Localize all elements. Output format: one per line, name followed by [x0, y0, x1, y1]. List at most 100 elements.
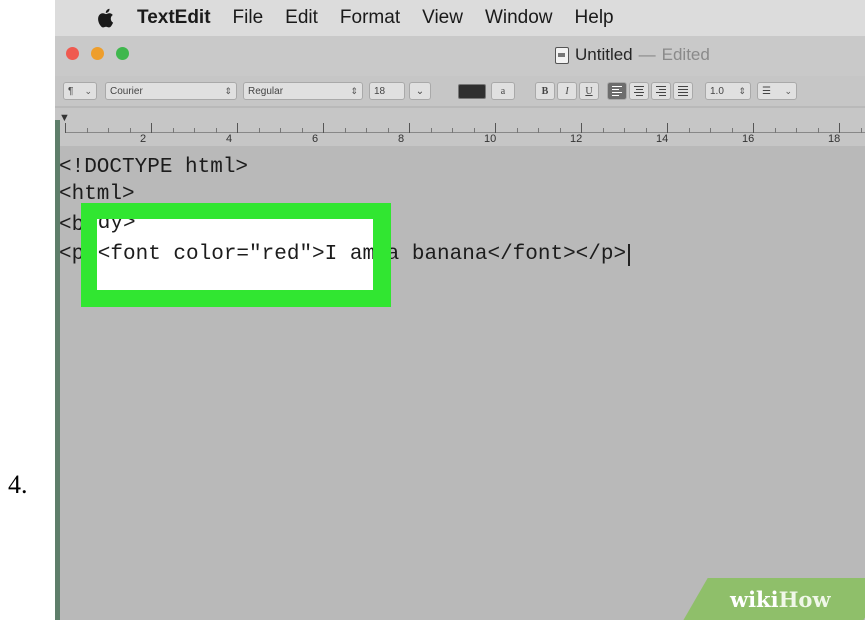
window-title-text: Untitled: [575, 45, 633, 64]
font-size-value: 18: [374, 85, 386, 97]
list-style-popup[interactable]: ☰ ⌄: [757, 82, 797, 100]
apple-icon[interactable]: [97, 8, 115, 28]
ruler-tick: [65, 123, 66, 133]
minimize-window-button[interactable]: [91, 47, 104, 60]
ruler-tick: [430, 128, 432, 133]
underline-letter: U: [585, 85, 593, 97]
menu-format[interactable]: Format: [340, 7, 400, 29]
textedit-screenshot: TextEdit File Edit Format View Window He…: [55, 0, 865, 620]
ruler-label: 8: [398, 133, 405, 145]
font-style-popup[interactable]: Regular ⇕: [243, 82, 363, 100]
paragraph-icon: ¶: [68, 85, 74, 97]
window-title-status: Edited: [661, 45, 710, 64]
ruler-tick: [688, 128, 690, 133]
ruler-label: 4: [226, 133, 233, 145]
paragraph-style-popup[interactable]: ¶ ⌄: [63, 82, 97, 100]
window-left-edge: [55, 120, 60, 620]
highlighted-code-text: <body>: [97, 219, 136, 235]
font-size-field[interactable]: 18: [369, 82, 405, 100]
watermark-suffix: How: [778, 587, 831, 612]
window-titlebar: [55, 36, 865, 76]
ruler-tick: [108, 128, 109, 133]
ruler-tick: [387, 128, 389, 133]
ruler-tick: [473, 128, 475, 133]
ruler-tick: [194, 128, 195, 133]
ruler-label: 16: [742, 133, 755, 145]
line-spacing-value: 1.0: [710, 85, 724, 97]
document-line[interactable]: <!DOCTYPE html>: [59, 156, 248, 179]
ruler-label: 6: [312, 133, 319, 145]
ruler-label: 12: [570, 133, 583, 145]
step-number: 4.: [8, 470, 28, 499]
ruler-tick: [817, 128, 819, 133]
stepper-arrows-icon: ⇕: [350, 85, 358, 96]
ruler-label: 10: [484, 133, 497, 145]
stepper-arrows-icon: ⇕: [224, 85, 232, 96]
font-size-popup[interactable]: ⌄: [409, 82, 431, 100]
annotation-highlight-inner: <body> <p><font color="red">I am a banan…: [97, 219, 373, 290]
ruler-tick: [731, 128, 733, 133]
menu-help[interactable]: Help: [575, 7, 614, 29]
ruler-tick: [366, 128, 367, 133]
ruler-tick: [624, 128, 625, 133]
ruler-label: 14: [656, 133, 669, 145]
justify-icon: [678, 86, 688, 96]
ruler-tick: [860, 128, 862, 133]
font-family-value: Courier: [110, 85, 143, 97]
ruler-tick: [710, 128, 711, 133]
list-icon: ☰: [762, 85, 771, 97]
ruler-tick: [495, 123, 496, 133]
ruler-tick: [301, 128, 303, 133]
menu-app-name[interactable]: TextEdit: [137, 7, 211, 29]
ruler-tick: [753, 123, 754, 133]
ruler-tick: [323, 123, 324, 133]
bold-button[interactable]: B: [535, 82, 555, 100]
watermark-logo: wikiHow: [730, 587, 831, 612]
text-cursor: [628, 243, 631, 266]
ruler-tick: [452, 128, 453, 133]
document-icon: [555, 46, 569, 64]
watermark-prefix: wiki: [730, 587, 779, 612]
text-color-swatch[interactable]: [458, 84, 486, 99]
ruler-tick: [280, 128, 281, 133]
menu-bar: TextEdit File Edit Format View Window He…: [55, 0, 865, 37]
ruler-tick: [602, 128, 604, 133]
ruler-tick: [151, 123, 152, 133]
ruler-tick: [839, 123, 840, 133]
italic-button[interactable]: I: [557, 82, 577, 100]
chevron-down-icon: ⌄: [84, 85, 92, 96]
ruler-tick: [172, 128, 174, 133]
stepper-arrows-icon: ⇕: [738, 85, 746, 96]
ruler-tick: [86, 128, 88, 133]
ruler-tick: [581, 123, 582, 133]
ruler-tick: [667, 123, 668, 133]
ruler-tick: [129, 128, 131, 133]
align-center-button[interactable]: [629, 82, 649, 100]
ruler-tick: [516, 128, 518, 133]
ruler-tick: [215, 128, 217, 133]
ruler-tick: [344, 128, 346, 133]
ruler-tick: [774, 128, 776, 133]
window-title: Untitled — Edited: [555, 45, 710, 65]
align-right-icon: [656, 86, 666, 96]
close-window-button[interactable]: [66, 47, 79, 60]
menu-window[interactable]: Window: [485, 7, 553, 29]
align-left-button[interactable]: [607, 82, 627, 100]
font-family-popup[interactable]: Courier ⇕: [105, 82, 237, 100]
underline-button[interactable]: U: [579, 82, 599, 100]
font-style-value: Regular: [248, 85, 284, 97]
highlight-letter: a: [500, 85, 506, 97]
line-spacing-popup[interactable]: 1.0 ⇕: [705, 82, 751, 100]
highlight-color-button[interactable]: a: [491, 82, 515, 100]
menu-edit[interactable]: Edit: [285, 7, 318, 29]
menu-file[interactable]: File: [233, 7, 264, 29]
justify-button[interactable]: [673, 82, 693, 100]
chevron-down-icon: ⌄: [415, 85, 425, 97]
menu-view[interactable]: View: [422, 7, 463, 29]
align-right-button[interactable]: [651, 82, 671, 100]
align-center-icon: [634, 86, 644, 96]
italic-letter: I: [565, 85, 569, 97]
ruler-tick: [258, 128, 260, 133]
chevron-down-icon: ⌄: [784, 85, 792, 96]
zoom-window-button[interactable]: [116, 47, 129, 60]
